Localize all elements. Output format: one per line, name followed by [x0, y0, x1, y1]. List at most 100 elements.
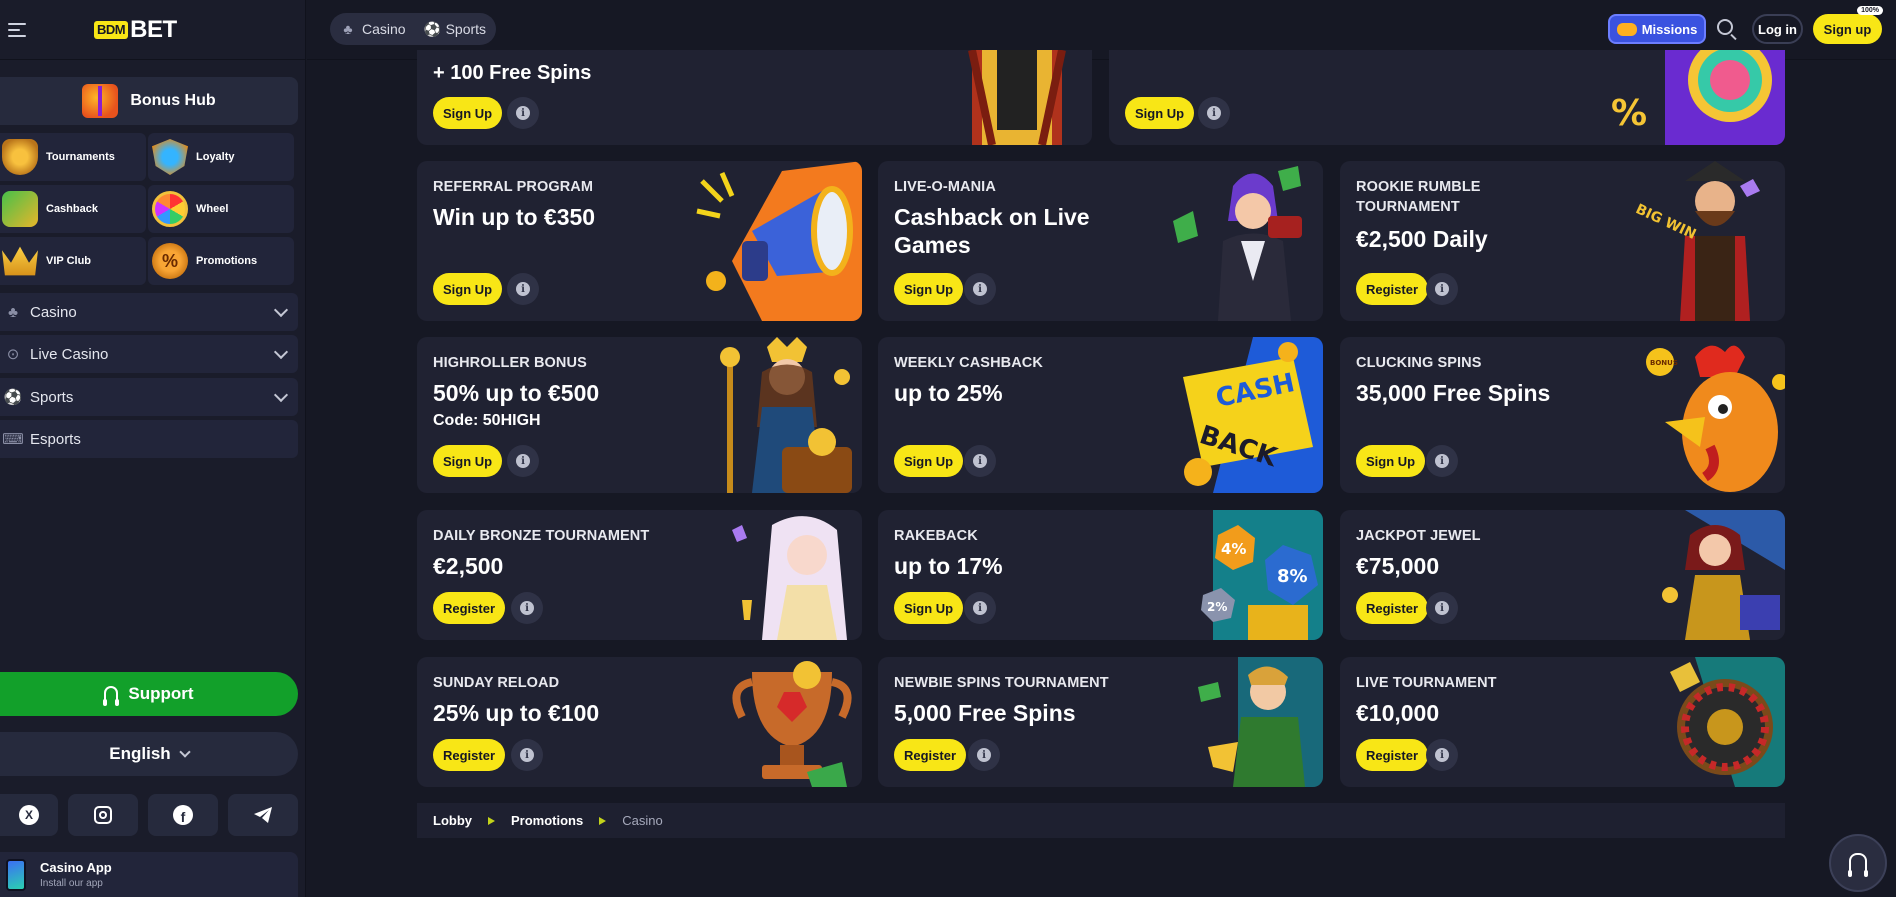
menu-toggle-icon[interactable] [8, 22, 26, 37]
sidebar-item-cashback[interactable]: Cashback [0, 185, 146, 233]
promo-register-button[interactable]: Register [433, 592, 506, 624]
promo-signup-button[interactable]: Sign Up [433, 445, 503, 477]
sidebar-item-loyalty[interactable]: Loyalty [148, 133, 294, 181]
telegram-link[interactable] [228, 794, 298, 836]
promo-signup-button[interactable]: Sign Up [1356, 445, 1426, 477]
social-links: X f [0, 794, 298, 836]
sidebar-item-wheel[interactable]: Wheel [148, 185, 294, 233]
chevron-down-icon [179, 746, 191, 758]
info-button[interactable]: i [1426, 739, 1458, 771]
promo-register-button[interactable]: Register [1356, 273, 1429, 305]
promo-signup-button[interactable]: Sign Up [894, 592, 964, 624]
promo-card-jackpot-jewel[interactable]: JACKPOT JEWEL €75,000 Register i [1340, 510, 1785, 640]
sidebar-item-sports[interactable]: ⚽ Sports [0, 378, 298, 416]
brand-logo[interactable]: BDM BET [94, 16, 177, 44]
cashback-art: CASH BACK [1183, 337, 1323, 493]
sidebar-item-label: Sports [30, 388, 74, 406]
promo-category: DAILY BRONZE TOURNAMENT [433, 528, 650, 544]
promo-card-highroller[interactable]: HIGHROLLER BONUS 50% up to €500 Code: 50… [417, 337, 862, 493]
search-icon[interactable] [1717, 19, 1733, 35]
tab-casino[interactable]: ♣ Casino [340, 21, 405, 37]
chevron-down-icon[interactable] [273, 302, 289, 318]
sidebar-item-tournaments[interactable]: Tournaments [0, 133, 146, 181]
sidebar-item-vip-club[interactable]: VIP Club [0, 237, 146, 285]
bonus-hub-button[interactable]: Bonus Hub [0, 77, 298, 125]
chevron-down-icon[interactable] [273, 387, 289, 403]
promo-category: NEWBIE SPINS TOURNAMENT [894, 675, 1109, 691]
breadcrumb-promotions[interactable]: Promotions [511, 813, 583, 828]
cherry-icon: ♣ [8, 303, 18, 321]
promo-signup-button[interactable]: Sign Up [894, 273, 964, 305]
promo-card-live-o-mania[interactable]: LIVE-O-MANIA Cashback on Live Games Sign… [878, 161, 1323, 321]
signup-button[interactable]: Sign up 100% [1813, 6, 1883, 44]
promo-title: + 100 Free Spins [433, 62, 592, 84]
info-button[interactable]: i [964, 445, 996, 477]
promo-register-button[interactable]: Register [1356, 592, 1429, 624]
promo-card[interactable]: Sign Up i % [1109, 50, 1785, 145]
promo-card-newbie-spins[interactable]: NEWBIE SPINS TOURNAMENT 5,000 Free Spins… [878, 657, 1323, 787]
promo-register-button[interactable]: Register [1356, 739, 1429, 771]
instagram-link[interactable] [68, 794, 138, 836]
info-button[interactable]: i [1426, 592, 1458, 624]
info-button[interactable]: i [507, 97, 539, 129]
info-button[interactable]: i [1426, 445, 1458, 477]
facebook-icon: f [173, 805, 193, 825]
language-select[interactable]: English [0, 732, 298, 776]
sidebar-item-promotions[interactable]: Promotions [148, 237, 294, 285]
language-label: English [109, 744, 171, 763]
info-button[interactable]: i [511, 592, 543, 624]
promo-card-rookie-rumble[interactable]: ROOKIE RUMBLE TOURNAMENT €2,500 Daily Re… [1340, 161, 1785, 321]
telegram-icon [254, 807, 272, 823]
promo-signup-button[interactable]: Sign Up [1125, 97, 1195, 129]
pharaoh-art [968, 50, 1066, 145]
info-button[interactable]: i [964, 592, 996, 624]
sidebar-item-label: VIP Club [46, 255, 92, 267]
info-icon: i [973, 282, 987, 296]
info-icon: i [1435, 454, 1449, 468]
jewel-lady-art [1662, 510, 1785, 640]
chevron-down-icon[interactable] [273, 344, 289, 360]
info-icon: i [1435, 282, 1449, 296]
info-button[interactable]: i [964, 273, 996, 305]
facebook-link[interactable]: f [148, 794, 218, 836]
info-button[interactable]: i [968, 739, 1000, 771]
login-button[interactable]: Log in [1752, 14, 1803, 44]
tab-sports[interactable]: ⚽ Sports [424, 21, 486, 37]
breadcrumb-lobby[interactable]: Lobby [433, 813, 472, 828]
support-label: Support [128, 684, 194, 703]
promo-card-live-tournament[interactable]: LIVE TOURNAMENT €10,000 Register i [1340, 657, 1785, 787]
info-button[interactable]: i [507, 445, 539, 477]
info-button[interactable]: i [507, 273, 539, 305]
promo-card-weekly-cashback[interactable]: WEEKLY CASHBACK up to 25% Sign Up i CASH… [878, 337, 1323, 493]
promo-card[interactable]: + 100 Free Spins Sign Up i [417, 50, 1092, 145]
floating-support-button[interactable] [1829, 834, 1887, 892]
signup-label: Sign up [1823, 21, 1872, 37]
breadcrumb: Lobby Promotions Casino [417, 803, 1785, 838]
info-icon: i [977, 748, 991, 762]
promo-register-button[interactable]: Register [433, 739, 506, 771]
sidebar-item-esports[interactable]: ⌨ Esports [0, 420, 298, 458]
promo-card-daily-bronze[interactable]: DAILY BRONZE TOURNAMENT €2,500 Register … [417, 510, 862, 640]
promo-card-sunday-reload[interactable]: SUNDAY RELOAD 25% up to €100 Register i [417, 657, 862, 787]
promo-signup-button[interactable]: Sign Up [433, 273, 503, 305]
info-button[interactable]: i [1426, 273, 1458, 305]
missions-label: Missions [1641, 21, 1698, 37]
bonus-badge: 100% [1857, 6, 1883, 15]
promo-signup-button[interactable]: Sign Up [433, 97, 503, 129]
missions-button[interactable]: Missions [1608, 14, 1706, 44]
support-button[interactable]: Support [0, 672, 298, 716]
promo-card-rakeback[interactable]: RAKEBACK up to 17% Sign Up i 8% 4% 2% [878, 510, 1323, 640]
promo-register-button[interactable]: Register [894, 739, 967, 771]
casino-app-banner[interactable]: Casino App Install our app [0, 852, 298, 897]
sidebar-item-live-casino[interactable]: ⊙ Live Casino [0, 335, 298, 373]
sidebar-item-casino[interactable]: ♣ Casino [0, 293, 298, 331]
promo-card-referral[interactable]: REFERRAL PROGRAM Win up to €350 Sign Up … [417, 161, 862, 321]
explorer-art [1198, 657, 1323, 787]
info-button[interactable]: i [511, 739, 543, 771]
pct2-text: 2% [1207, 600, 1227, 614]
promo-card-clucking-spins[interactable]: CLUCKING SPINS 35,000 Free Spins Sign Up… [1340, 337, 1785, 493]
instagram-icon [94, 806, 112, 824]
promo-signup-button[interactable]: Sign Up [894, 445, 964, 477]
info-button[interactable]: i [1198, 97, 1230, 129]
x-link[interactable]: X [0, 794, 58, 836]
